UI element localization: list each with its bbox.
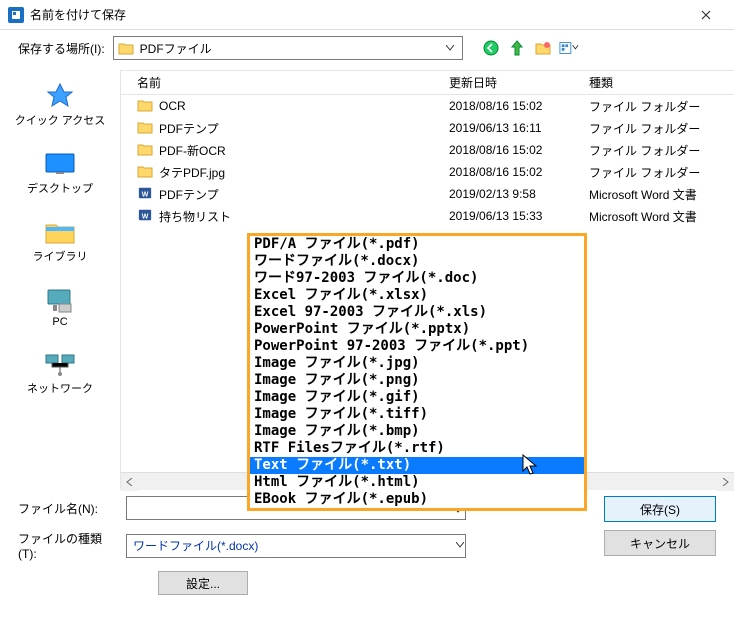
file-row[interactable]: W 持ち物リスト 2019/06/13 15:33Microsoft Word 文書 [121,205,734,227]
location-bar: 保存する場所(I): PDFファイル [0,30,734,70]
chevron-down-icon [442,38,458,58]
pc-icon [44,286,76,314]
sidebar-item-desktop[interactable]: デスクトップ [0,146,120,200]
file-name: 持ち物リスト [159,208,231,225]
file-date: 2019/02/13 9:58 [449,187,589,201]
column-headers: 名前 更新日時 種類 [121,71,734,95]
filetype-option[interactable]: RTF Filesファイル(*.rtf) [250,440,584,457]
file-row[interactable]: PDF-新OCR 2018/08/16 15:02ファイル フォルダー [121,139,734,161]
location-combo[interactable]: PDFファイル [113,36,463,60]
filetype-option[interactable]: Image ファイル(*.png) [250,372,584,389]
file-row[interactable]: OCR 2018/08/16 15:02ファイル フォルダー [121,95,734,117]
folder-icon [137,142,153,159]
sidebar-item-label: PC [52,316,67,328]
filetype-option[interactable]: Image ファイル(*.bmp) [250,423,584,440]
file-name: PDFテンプ [159,120,219,137]
sidebar-item-label: ライブラリ [33,248,88,264]
filetype-option[interactable]: Excel ファイル(*.xlsx) [250,287,584,304]
filetype-option[interactable]: Image ファイル(*.tiff) [250,406,584,423]
close-button[interactable] [686,0,726,30]
sidebar-item-quick-access[interactable]: クイック アクセス [0,78,120,132]
file-type: Microsoft Word 文書 [589,208,734,225]
network-icon [44,350,76,378]
filetype-option[interactable]: Excel 97-2003 ファイル(*.xls) [250,304,584,321]
new-folder-icon[interactable] [533,38,553,58]
file-name: PDF-新OCR [159,142,226,159]
file-date: 2018/08/16 15:02 [449,143,589,157]
svg-text:W: W [142,191,149,198]
filetype-option[interactable]: Text ファイル(*.txt) [250,457,584,474]
column-date[interactable]: 更新日時 [449,74,589,91]
svg-text:W: W [142,213,149,220]
file-date: 2019/06/13 16:11 [449,121,589,135]
back-icon[interactable] [481,38,501,58]
filetype-label: ファイルの種類(T): [18,530,118,561]
filetype-option[interactable]: Image ファイル(*.gif) [250,389,584,406]
up-icon[interactable] [507,38,527,58]
sidebar-item-label: ネットワーク [27,380,93,396]
file-type: ファイル フォルダー [589,98,734,115]
file-row[interactable]: W PDFテンプ 2019/02/13 9:58Microsoft Word 文書 [121,183,734,205]
filetype-option[interactable]: PDF/A ファイル(*.pdf) [250,236,584,253]
filetype-option[interactable]: ワード97-2003 ファイル(*.doc) [250,270,584,287]
word-icon: W [137,208,153,225]
file-date: 2019/06/13 15:33 [449,209,589,223]
quick-access-icon [44,82,76,110]
filetype-dropdown: PDF/A ファイル(*.pdf)ワードファイル(*.docx)ワード97-20… [247,233,587,511]
view-mode-icon[interactable] [559,38,579,58]
column-name[interactable]: 名前 [129,74,449,91]
folder-icon [137,98,153,115]
location-label: 保存する場所(I): [18,40,105,57]
filetype-option[interactable]: Html ファイル(*.html) [250,474,584,491]
sidebar-item-label: デスクトップ [27,180,93,196]
desktop-icon [44,150,76,178]
file-type: ファイル フォルダー [589,164,734,181]
word-icon: W [137,186,153,203]
sidebar-item-libraries[interactable]: ライブラリ [0,214,120,268]
folder-icon [137,120,153,137]
file-name: PDFテンプ [159,186,219,203]
filetype-option[interactable]: PowerPoint ファイル(*.pptx) [250,321,584,338]
filetype-option[interactable]: Image ファイル(*.jpg) [250,355,584,372]
column-type[interactable]: 種類 [589,74,734,91]
app-icon [8,7,24,23]
cancel-button[interactable]: キャンセル [604,530,716,556]
titlebar: 名前を付けて保存 [0,0,734,30]
scroll-right-icon[interactable] [716,473,734,491]
folder-icon [118,41,134,55]
sidebar-item-network[interactable]: ネットワーク [0,346,120,400]
file-name: OCR [159,99,186,113]
places-sidebar: クイック アクセス デスクトップ ライブラリ PC ネットワーク [0,70,120,490]
filetype-combo[interactable]: ワードファイル(*.docx) [126,534,466,558]
file-date: 2018/08/16 15:02 [449,99,589,113]
toolbar-icons [481,38,579,58]
sidebar-item-label: クイック アクセス [15,112,106,128]
scroll-left-icon[interactable] [121,473,139,491]
file-type: ファイル フォルダー [589,142,734,159]
chevron-down-icon [456,537,464,551]
file-date: 2018/08/16 15:02 [449,165,589,179]
filetype-option[interactable]: PowerPoint 97-2003 ファイル(*.ppt) [250,338,584,355]
window-title: 名前を付けて保存 [30,6,686,23]
sidebar-item-pc[interactable]: PC [0,282,120,332]
save-button[interactable]: 保存(S) [604,496,716,522]
filetype-option[interactable]: EBook ファイル(*.epub) [250,491,584,508]
filetype-value: ワードファイル(*.docx) [133,537,258,554]
settings-button[interactable]: 設定... [158,571,248,595]
file-type: Microsoft Word 文書 [589,186,734,203]
folder-icon [137,164,153,181]
location-value: PDFファイル [140,40,436,57]
libraries-icon [44,218,76,246]
filetype-option[interactable]: ワードファイル(*.docx) [250,253,584,270]
file-type: ファイル フォルダー [589,120,734,137]
file-row[interactable]: PDFテンプ 2019/06/13 16:11ファイル フォルダー [121,117,734,139]
file-row[interactable]: タテPDF.jpg 2018/08/16 15:02ファイル フォルダー [121,161,734,183]
filename-label: ファイル名(N): [18,500,118,517]
file-name: タテPDF.jpg [159,164,225,181]
